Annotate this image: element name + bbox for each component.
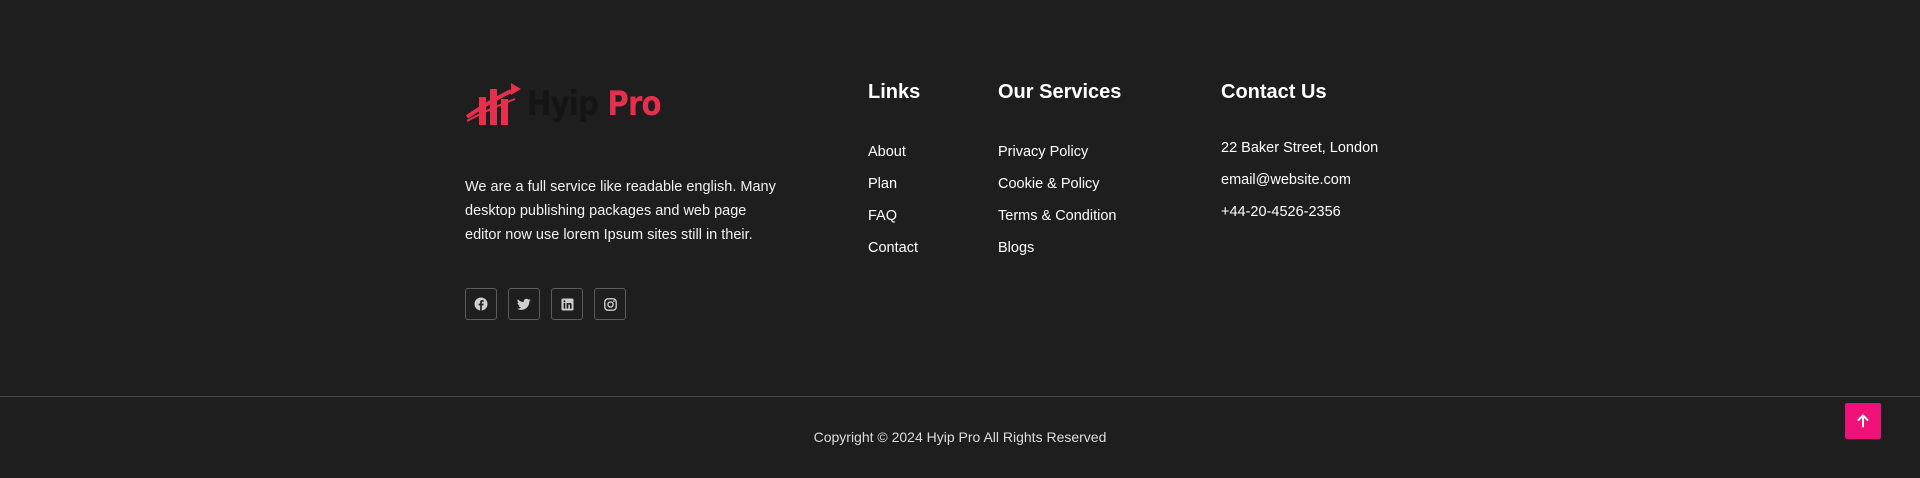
linkedin-icon <box>561 298 573 310</box>
instagram-button[interactable] <box>594 288 626 320</box>
scroll-to-top-button[interactable] <box>1845 403 1881 439</box>
contact-address: 22 Baker Street, London <box>1221 140 1379 156</box>
footer-divider <box>0 396 1920 397</box>
links-heading: Links <box>868 81 921 103</box>
brand-name: Hyip Pro <box>527 84 662 124</box>
twitter-button[interactable] <box>508 288 540 320</box>
link-privacy-policy[interactable]: Privacy Policy <box>998 143 1121 161</box>
logo-chart-icon <box>465 83 521 125</box>
services-heading: Our Services <box>998 81 1122 103</box>
link-terms-condition[interactable]: Terms & Condition <box>998 207 1121 225</box>
contact-email[interactable]: email@website.com <box>1221 171 1378 189</box>
links-column: Links About Plan FAQ Contact <box>868 80 920 271</box>
social-links <box>465 288 785 320</box>
link-blogs[interactable]: Blogs <box>998 239 1121 257</box>
linkedin-button[interactable] <box>551 288 583 320</box>
footer-brand: Hyip Pro We are a full service like read… <box>465 78 785 320</box>
brand-description: We are a full service like readable engl… <box>465 179 776 243</box>
services-column: Our Services Privacy Policy Cookie & Pol… <box>998 80 1121 271</box>
contact-heading: Contact Us <box>1221 81 1327 103</box>
link-faq[interactable]: FAQ <box>868 207 920 225</box>
links-list: About Plan FAQ Contact <box>868 143 920 257</box>
link-plan[interactable]: Plan <box>868 175 920 193</box>
instagram-icon <box>603 297 617 311</box>
brand-logo[interactable]: Hyip Pro <box>465 78 785 130</box>
brand-name-word1: Hyip <box>527 84 599 124</box>
copyright-text: Copyright © 2024 Hyip Pro All Rights Res… <box>813 429 1107 445</box>
link-cookie-policy[interactable]: Cookie & Policy <box>998 175 1121 193</box>
contact-phone[interactable]: +44-20-4526-2356 <box>1221 203 1378 221</box>
contact-column: Contact Us 22 Baker Street, London email… <box>1221 80 1378 235</box>
link-contact[interactable]: Contact <box>868 239 920 257</box>
site-footer: Hyip Pro We are a full service like read… <box>0 0 1920 396</box>
facebook-button[interactable] <box>465 288 497 320</box>
services-list: Privacy Policy Cookie & Policy Terms & C… <box>998 143 1121 257</box>
contact-list: 22 Baker Street, London email@website.co… <box>1221 139 1378 221</box>
facebook-icon <box>474 297 488 311</box>
arrow-up-icon <box>1857 414 1869 428</box>
twitter-icon <box>517 298 531 310</box>
link-about[interactable]: About <box>868 143 920 161</box>
brand-name-word2: Pro <box>607 84 661 124</box>
